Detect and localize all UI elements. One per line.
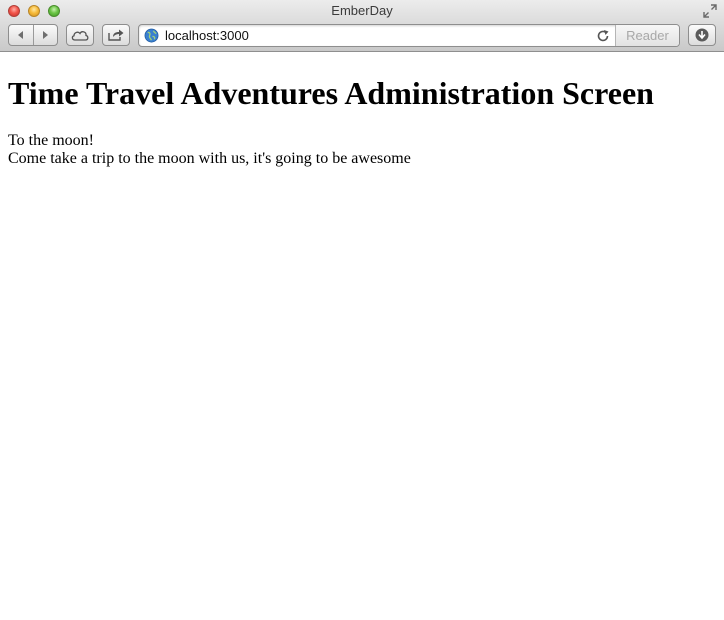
cloud-icon — [71, 31, 89, 41]
icloud-tabs-button[interactable] — [66, 24, 94, 46]
reload-icon[interactable] — [596, 29, 610, 43]
trip-name: To the moon! — [8, 132, 94, 149]
back-forward-group — [8, 24, 58, 46]
share-button[interactable] — [102, 24, 130, 46]
fullscreen-icon[interactable] — [703, 4, 717, 18]
reader-button[interactable]: Reader — [615, 25, 679, 46]
share-icon — [108, 29, 124, 41]
page-content: Time Travel Adventures Administration Sc… — [0, 53, 724, 620]
download-icon — [695, 28, 709, 42]
downloads-button[interactable] — [688, 24, 716, 46]
back-arrow-icon — [17, 31, 23, 39]
page-title: Time Travel Adventures Administration Sc… — [8, 75, 654, 111]
forward-arrow-icon — [43, 31, 49, 39]
trip-entry: To the moon! Come take a trip to the moo… — [8, 132, 411, 168]
url-text[interactable]: localhost:3000 — [165, 28, 249, 43]
globe-icon — [144, 28, 159, 43]
window-title: EmberDay — [331, 3, 393, 18]
title-bar: EmberDay — [0, 0, 724, 22]
toolbar: localhost:3000 Reader — [0, 22, 724, 52]
browser-chrome: EmberDay localhost:3000 Reader — [0, 0, 724, 52]
forward-button[interactable] — [34, 25, 58, 45]
address-bar[interactable]: localhost:3000 Reader — [138, 24, 680, 47]
back-button[interactable] — [9, 25, 33, 45]
trip-description: Come take a trip to the moon with us, it… — [8, 150, 411, 167]
